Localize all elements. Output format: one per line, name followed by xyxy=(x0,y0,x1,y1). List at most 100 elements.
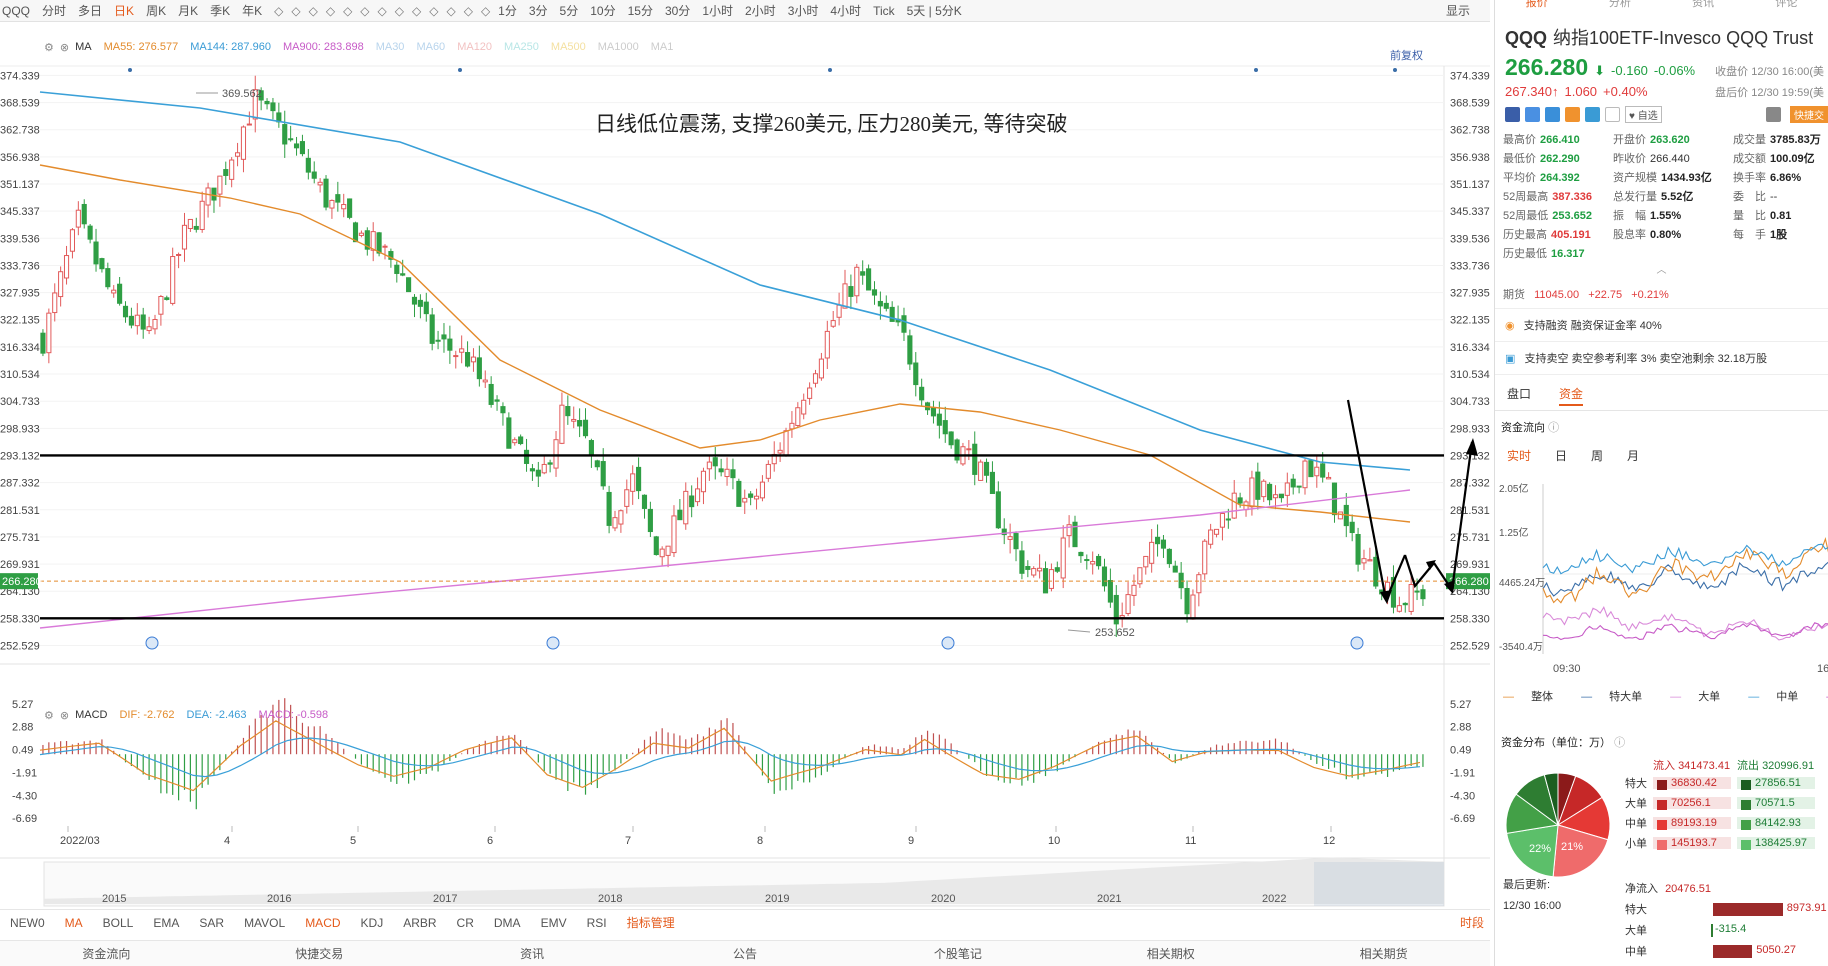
indicator-tab[interactable]: RSI xyxy=(577,916,617,930)
event-dot[interactable] xyxy=(1393,68,1397,72)
legend-item[interactable]: — 整体 xyxy=(1503,688,1567,704)
current-price-text-right: 266.280 xyxy=(1449,576,1489,588)
quick-trade-button[interactable]: 快捷交 xyxy=(1790,106,1828,123)
note-icon[interactable] xyxy=(1605,107,1620,122)
month-label: 2022/03 xyxy=(60,835,100,847)
macd-value[interactable]: DEA: -2.463 xyxy=(187,709,247,721)
quote-tab[interactable]: 资讯 xyxy=(1662,0,1745,12)
event-dot[interactable] xyxy=(128,68,132,72)
quote-tab[interactable]: 分析 xyxy=(1578,0,1661,12)
flow-period-tab[interactable]: 周 xyxy=(1591,447,1603,464)
inflow-total: 流入 341473.41 xyxy=(1653,757,1737,773)
indicator-manager-button[interactable]: 指标管理 xyxy=(617,914,685,931)
bottom-tab[interactable]: 公告 xyxy=(639,945,852,962)
price-change-pct: -0.06% xyxy=(1653,63,1696,78)
macd-value[interactable]: MACD: -0.598 xyxy=(258,709,328,721)
bottom-tab[interactable]: 快捷交易 xyxy=(213,945,426,962)
candle-body xyxy=(81,203,87,225)
candle-body xyxy=(866,268,872,291)
legend-item[interactable]: — 中单 xyxy=(1748,688,1812,704)
flow-period-tab[interactable]: 月 xyxy=(1627,447,1639,464)
option-icon[interactable] xyxy=(1565,107,1580,122)
ma-value[interactable]: MA144: 287.960 xyxy=(190,41,271,53)
flow-period-tab[interactable]: 日 xyxy=(1555,447,1567,464)
bottom-tab[interactable]: 资讯 xyxy=(426,945,639,962)
event-dot[interactable] xyxy=(828,68,832,72)
indicator-tab[interactable]: SAR xyxy=(189,916,234,930)
indicator-tab[interactable]: ARBR xyxy=(393,916,446,930)
dividend-marker[interactable] xyxy=(145,636,159,650)
candle-body xyxy=(429,314,435,344)
bottom-tab[interactable]: 个股笔记 xyxy=(851,945,1064,962)
indicator-tab[interactable]: DMA xyxy=(484,916,531,930)
indicator-tab[interactable]: MACD xyxy=(295,916,350,930)
quote-stats: 最高价 266.410 开盘价 263.620 成交量 3785.83万 最低价 262.29… xyxy=(1495,123,1828,261)
bottom-tab[interactable]: 相关期权 xyxy=(1064,945,1277,962)
ma-value[interactable]: MA55: 276.577 xyxy=(104,41,179,53)
quote-tab[interactable]: 评论 xyxy=(1745,0,1828,12)
indicator-tab[interactable]: CR xyxy=(447,916,484,930)
candle-body xyxy=(535,469,541,477)
candle-body xyxy=(978,461,984,481)
indicator-tab[interactable]: EMA xyxy=(143,916,189,930)
adjust-button[interactable]: 前复权 xyxy=(1390,47,1423,63)
indicator-tab[interactable]: KDJ xyxy=(351,916,394,930)
indicator-tab[interactable]: BOLL xyxy=(93,916,144,930)
indicator-tab[interactable]: MAVOL xyxy=(234,916,295,930)
ma-value[interactable]: MA30 xyxy=(376,41,405,53)
distribution-rows: 特大 36830.42 27856.51 大单 70256.1 70571.5 中单 8919… xyxy=(1625,773,1821,853)
kline-chart[interactable]: 374.339 374.339 368.539 368.539 362.738 362.7… xyxy=(0,0,1490,966)
candle-body xyxy=(523,449,530,464)
ticker: QQQ xyxy=(1505,28,1548,48)
settings-icon[interactable]: ⚙ xyxy=(44,709,54,722)
ma-value[interactable]: MA60 xyxy=(416,41,445,53)
bottom-tab[interactable]: 相关期货 xyxy=(1277,945,1490,962)
ma-value[interactable]: MA500 xyxy=(551,41,586,53)
futures-row[interactable]: 期货 11045.00 +22.75 +0.21% xyxy=(1495,276,1828,309)
dividend-marker[interactable] xyxy=(546,636,560,650)
navigator-window[interactable] xyxy=(1314,862,1444,906)
candle-body xyxy=(995,491,1001,529)
dividend-marker[interactable] xyxy=(1350,636,1364,650)
tag-icon[interactable] xyxy=(1585,107,1600,122)
outflow-cell: 70571.5 xyxy=(1737,797,1815,810)
event-dot[interactable] xyxy=(458,68,462,72)
close-icon[interactable]: ⊗ xyxy=(60,41,69,54)
ma-value[interactable]: MA900: 283.898 xyxy=(283,41,364,53)
stat-value: 253.652 xyxy=(1552,210,1593,222)
legend-item[interactable]: — 大单 xyxy=(1670,688,1734,704)
ma-value[interactable]: MA120 xyxy=(457,41,492,53)
panel-tab[interactable]: 盘口 xyxy=(1507,385,1531,406)
settings-icon[interactable]: ⚙ xyxy=(44,41,54,54)
dividend-marker[interactable] xyxy=(941,636,955,650)
indicator-tab[interactable]: MA xyxy=(55,916,93,930)
panel-tab[interactable]: 资金 xyxy=(1559,385,1584,406)
flow-period-tab[interactable]: 实时 xyxy=(1507,447,1531,464)
candle-body xyxy=(1278,493,1284,499)
legend-item[interactable]: — 特大单 xyxy=(1581,688,1656,704)
event-dot[interactable] xyxy=(1254,68,1258,72)
indicator-tab[interactable]: EMV xyxy=(531,916,577,930)
net-row: 中单 5050.27 xyxy=(1625,940,1823,961)
candle-body xyxy=(264,100,270,105)
indicator-tab[interactable]: NEW0 xyxy=(0,916,55,930)
info-icon[interactable]: ⓘ xyxy=(1548,422,1559,434)
lightning-icon[interactable] xyxy=(1525,107,1540,122)
futures-pct: +0.21% xyxy=(1631,289,1669,301)
ma-value[interactable]: MA1000 xyxy=(598,41,639,53)
chevron-up-icon[interactable]: ︿ xyxy=(1495,261,1828,276)
ma-value[interactable]: MA250 xyxy=(504,41,539,53)
ma-value[interactable]: MA1 xyxy=(651,41,674,53)
stat-label: 历史最低 xyxy=(1503,248,1547,260)
bottom-tab[interactable]: 资金流向 xyxy=(0,945,213,962)
info-icon[interactable]: ⓘ xyxy=(1614,737,1625,749)
timing-button[interactable]: 时段 xyxy=(1450,914,1490,931)
watchlist-button[interactable]: ♥ 自选 xyxy=(1625,106,1662,123)
s-badge-icon[interactable] xyxy=(1545,107,1560,122)
bell-icon[interactable] xyxy=(1766,107,1781,122)
quote-tab[interactable]: 报价 xyxy=(1495,0,1578,12)
close-icon[interactable]: ⊗ xyxy=(60,709,69,722)
macd-value[interactable]: DIF: -2.762 xyxy=(119,709,174,721)
legend-swatch: — xyxy=(1748,691,1763,703)
price-tick-left: 275.731 xyxy=(0,532,40,544)
